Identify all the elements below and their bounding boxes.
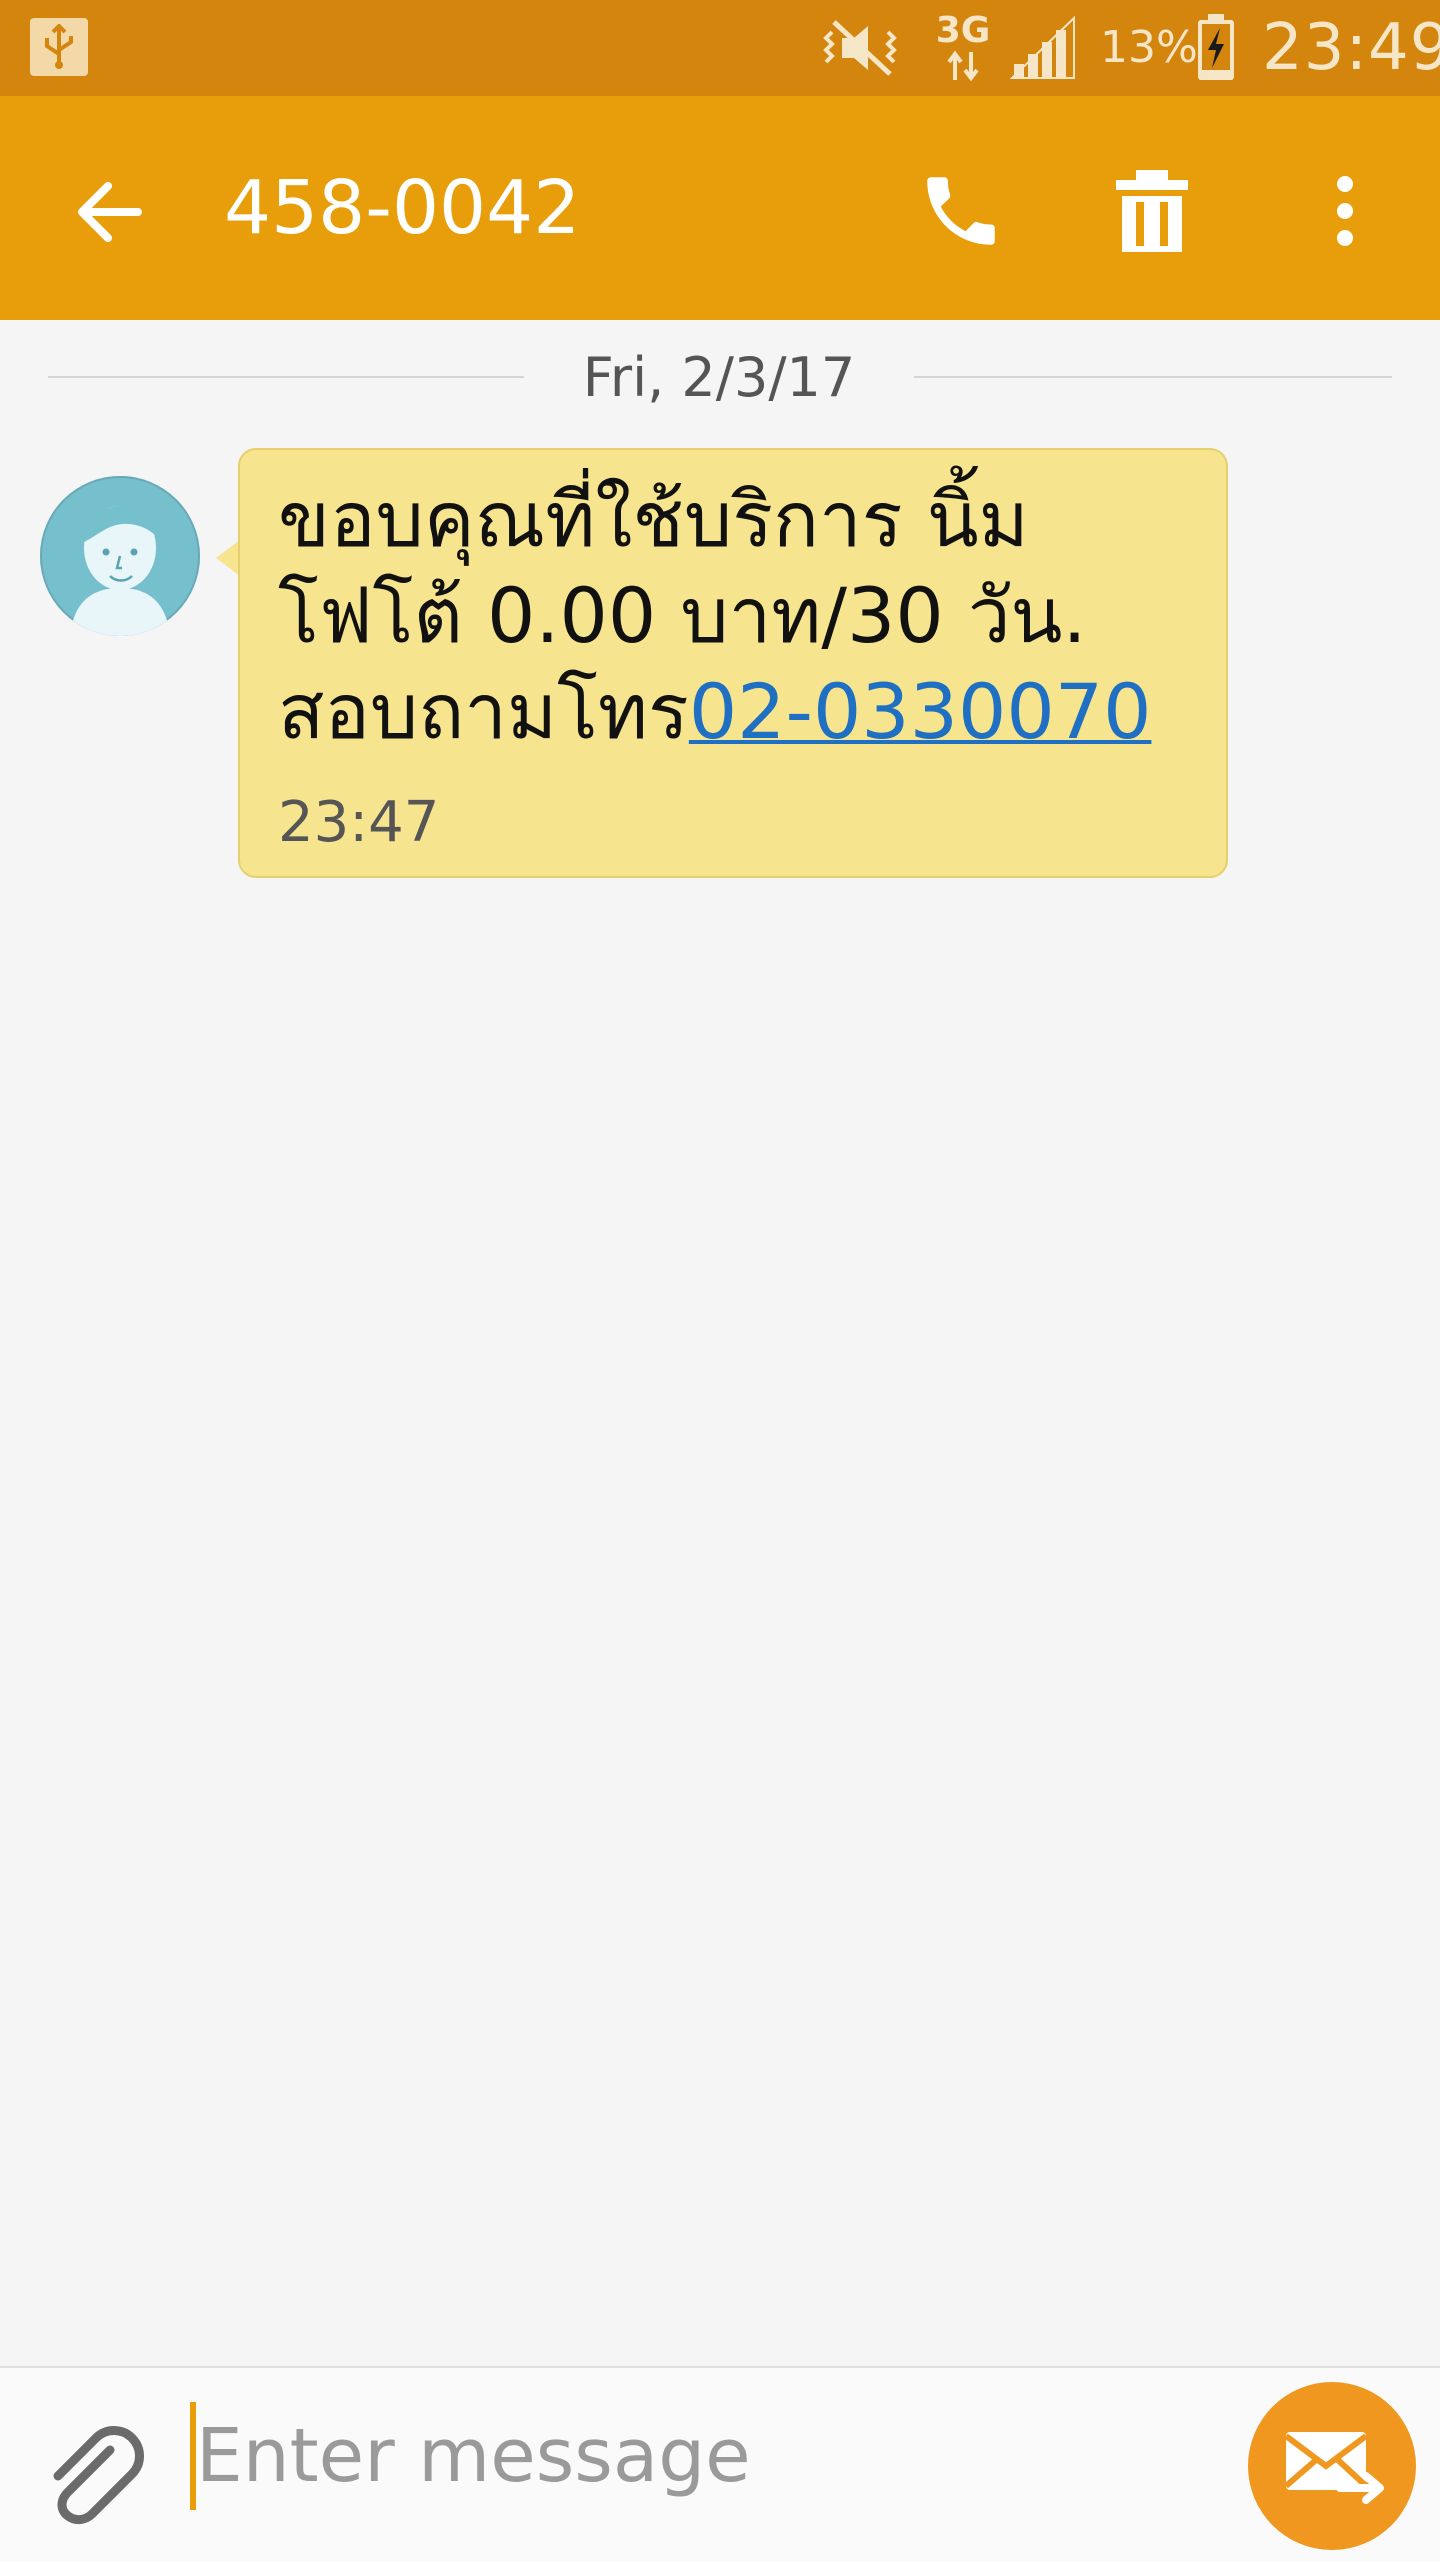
bubble-tail	[216, 540, 240, 576]
status-bar: 3G 13% 23:49	[0, 0, 1440, 96]
back-arrow-icon[interactable]	[72, 172, 152, 252]
more-vert-icon[interactable]	[1320, 166, 1370, 256]
message-text-line-1: ขอบคุณที่ใช้บริการ นิ้ม	[278, 475, 1029, 564]
battery-percent: 13%	[1100, 22, 1198, 73]
contact-title: 458-0042	[224, 165, 581, 251]
battery-charging-icon	[1196, 14, 1236, 86]
conversation-date: Fri, 2/3/17	[582, 346, 856, 409]
message-text-prefix: สอบถามโทร	[278, 667, 689, 756]
network-type-label: 3G	[935, 10, 991, 51]
signal-icon	[1008, 15, 1078, 84]
message-text-line-3: สอบถามโทร02-0330070	[278, 664, 1151, 760]
mute-vibrate-icon	[812, 16, 908, 84]
network-3g-icon: 3G	[935, 12, 991, 82]
trash-icon[interactable]	[1110, 166, 1194, 256]
message-timestamp: 23:47	[278, 790, 440, 855]
message-input[interactable]	[196, 2402, 1176, 2510]
avatar[interactable]	[40, 476, 200, 636]
send-button[interactable]	[1248, 2382, 1416, 2550]
message-bubble[interactable]: ขอบคุณที่ใช้บริการ นิ้ม โฟโต้ 0.00 บาท/3…	[238, 448, 1228, 878]
composer-bar	[0, 2366, 1440, 2562]
divider-line-right	[914, 376, 1392, 378]
status-clock: 23:49	[1262, 11, 1440, 85]
phone-icon[interactable]	[916, 166, 1006, 256]
send-icon	[1284, 2432, 1384, 2504]
divider-line-left	[48, 376, 524, 378]
attach-icon[interactable]	[36, 2420, 146, 2530]
usb-icon	[30, 18, 88, 76]
message-text-line-2: โฟโต้ 0.00 บาท/30 วัน.	[278, 571, 1087, 660]
phone-number-link[interactable]: 02-0330070	[689, 667, 1152, 756]
date-divider: Fri, 2/3/17	[0, 340, 1440, 420]
app-bar: 458-0042	[0, 96, 1440, 320]
